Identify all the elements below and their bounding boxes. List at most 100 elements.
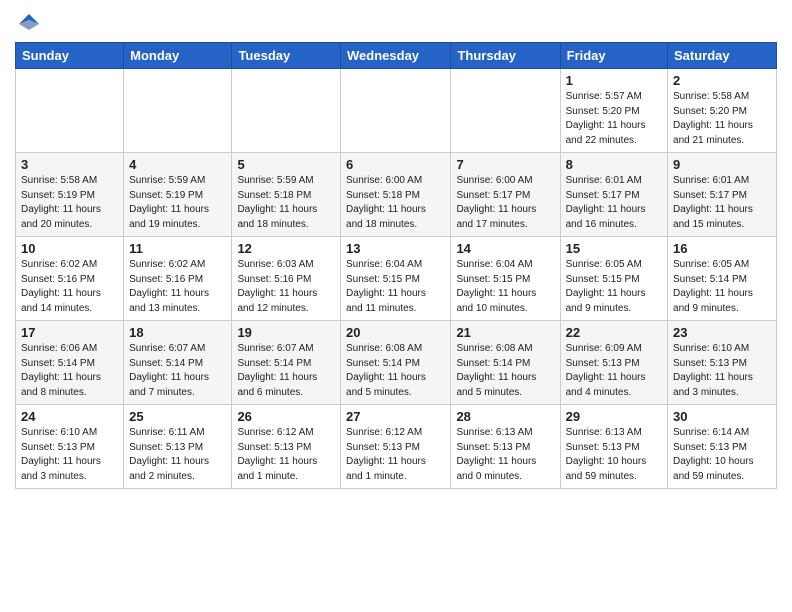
day-number: 20 [346, 325, 445, 340]
calendar-cell: 28 Sunrise: 6:13 AMSunset: 5:13 PMDayligh… [451, 405, 560, 489]
day-info: Sunrise: 6:10 AMSunset: 5:13 PMDaylight:… [673, 342, 771, 400]
calendar-cell: 29 Sunrise: 6:13 AMSunset: 5:13 PMDayligh… [560, 405, 667, 489]
weekday-header-row: SundayMondayTuesdayWednesdayThursdayFrid… [16, 43, 777, 69]
calendar-cell: 30Sunrise: 6:14 AMSunset: 5:13 PMDayligh… [668, 405, 777, 489]
day-number: 10 [21, 241, 118, 256]
day-number: 18 [129, 325, 226, 340]
weekday-header-thursday: Thursday [451, 43, 560, 69]
day-info: Sunrise: 6:13 AMSunset: 5:13 PMDaylight:… [566, 426, 662, 484]
day-number: 27 [346, 409, 445, 424]
day-number: 21 [456, 325, 554, 340]
day-info: Sunrise: 6:06 AMSunset: 5:14 PMDaylight:… [21, 342, 118, 400]
logo [15, 10, 41, 34]
calendar-cell: 16 Sunrise: 6:05 AMSunset: 5:14 PMDayligh… [668, 237, 777, 321]
day-number: 22 [566, 325, 662, 340]
calendar-cell: 10 Sunrise: 6:02 AMSunset: 5:16 PMDayligh… [16, 237, 124, 321]
day-info: Sunrise: 5:58 AMSunset: 5:19 PMDaylight:… [21, 174, 118, 232]
day-number: 14 [456, 241, 554, 256]
calendar-cell: 23Sunrise: 6:10 AMSunset: 5:13 PMDayligh… [668, 321, 777, 405]
day-info: Sunrise: 6:01 AMSunset: 5:17 PMDaylight:… [566, 174, 662, 232]
day-info: Sunrise: 5:59 AMSunset: 5:19 PMDaylight:… [129, 174, 226, 232]
day-info: Sunrise: 6:00 AMSunset: 5:17 PMDaylight:… [456, 174, 554, 232]
calendar-cell: 8 Sunrise: 6:01 AMSunset: 5:17 PMDaylight… [560, 153, 667, 237]
week-row-1: 1 Sunrise: 5:57 AMSunset: 5:20 PMDaylight… [16, 69, 777, 153]
day-info: Sunrise: 6:00 AMSunset: 5:18 PMDaylight:… [346, 174, 445, 232]
calendar-cell: 21Sunrise: 6:08 AMSunset: 5:14 PMDayligh… [451, 321, 560, 405]
day-number: 3 [21, 157, 118, 172]
calendar-cell: 9Sunrise: 6:01 AMSunset: 5:17 PMDaylight… [668, 153, 777, 237]
weekday-header-sunday: Sunday [16, 43, 124, 69]
day-number: 4 [129, 157, 226, 172]
day-info: Sunrise: 5:57 AMSunset: 5:20 PMDaylight:… [566, 90, 662, 148]
calendar-cell: 4 Sunrise: 5:59 AMSunset: 5:19 PMDaylight… [124, 153, 232, 237]
day-info: Sunrise: 5:58 AMSunset: 5:20 PMDaylight:… [673, 90, 771, 148]
day-number: 6 [346, 157, 445, 172]
day-number: 9 [673, 157, 771, 172]
day-number: 16 [673, 241, 771, 256]
day-number: 2 [673, 73, 771, 88]
calendar-cell: 17 Sunrise: 6:06 AMSunset: 5:14 PMDayligh… [16, 321, 124, 405]
day-number: 26 [237, 409, 335, 424]
week-row-5: 24Sunrise: 6:10 AMSunset: 5:13 PMDayligh… [16, 405, 777, 489]
calendar-cell: 19 Sunrise: 6:07 AMSunset: 5:14 PMDayligh… [232, 321, 341, 405]
day-number: 7 [456, 157, 554, 172]
day-number: 24 [21, 409, 118, 424]
day-info: Sunrise: 6:14 AMSunset: 5:13 PMDaylight:… [673, 426, 771, 484]
week-row-2: 3 Sunrise: 5:58 AMSunset: 5:19 PMDaylight… [16, 153, 777, 237]
day-number: 19 [237, 325, 335, 340]
day-info: Sunrise: 6:12 AMSunset: 5:13 PMDaylight:… [346, 426, 445, 484]
day-info: Sunrise: 6:05 AMSunset: 5:14 PMDaylight:… [673, 258, 771, 316]
day-number: 17 [21, 325, 118, 340]
week-row-4: 17 Sunrise: 6:06 AMSunset: 5:14 PMDayligh… [16, 321, 777, 405]
day-info: Sunrise: 6:09 AMSunset: 5:13 PMDaylight:… [566, 342, 662, 400]
calendar-cell: 1 Sunrise: 5:57 AMSunset: 5:20 PMDaylight… [560, 69, 667, 153]
calendar-cell: 22 Sunrise: 6:09 AMSunset: 5:13 PMDayligh… [560, 321, 667, 405]
page: SundayMondayTuesdayWednesdayThursdayFrid… [0, 0, 792, 499]
day-number: 28 [456, 409, 554, 424]
weekday-header-tuesday: Tuesday [232, 43, 341, 69]
calendar-cell: 5 Sunrise: 5:59 AMSunset: 5:18 PMDaylight… [232, 153, 341, 237]
day-info: Sunrise: 6:12 AMSunset: 5:13 PMDaylight:… [237, 426, 335, 484]
day-info: Sunrise: 6:13 AMSunset: 5:13 PMDaylight:… [456, 426, 554, 484]
day-info: Sunrise: 6:05 AMSunset: 5:15 PMDaylight:… [566, 258, 662, 316]
day-number: 29 [566, 409, 662, 424]
day-number: 5 [237, 157, 335, 172]
calendar-cell: 6 Sunrise: 6:00 AMSunset: 5:18 PMDaylight… [341, 153, 451, 237]
calendar-cell [232, 69, 341, 153]
day-number: 25 [129, 409, 226, 424]
day-number: 13 [346, 241, 445, 256]
day-number: 1 [566, 73, 662, 88]
weekday-header-friday: Friday [560, 43, 667, 69]
day-info: Sunrise: 6:07 AMSunset: 5:14 PMDaylight:… [237, 342, 335, 400]
calendar-cell: 12 Sunrise: 6:03 AMSunset: 5:16 PMDayligh… [232, 237, 341, 321]
day-info: Sunrise: 6:02 AMSunset: 5:16 PMDaylight:… [21, 258, 118, 316]
calendar-cell: 25 Sunrise: 6:11 AMSunset: 5:13 PMDayligh… [124, 405, 232, 489]
day-info: Sunrise: 6:08 AMSunset: 5:14 PMDaylight:… [346, 342, 445, 400]
calendar-cell [124, 69, 232, 153]
calendar-cell: 24Sunrise: 6:10 AMSunset: 5:13 PMDayligh… [16, 405, 124, 489]
calendar-cell: 20 Sunrise: 6:08 AMSunset: 5:14 PMDayligh… [341, 321, 451, 405]
calendar-cell: 2 Sunrise: 5:58 AMSunset: 5:20 PMDaylight… [668, 69, 777, 153]
weekday-header-wednesday: Wednesday [341, 43, 451, 69]
day-info: Sunrise: 6:07 AMSunset: 5:14 PMDaylight:… [129, 342, 226, 400]
day-number: 12 [237, 241, 335, 256]
calendar-cell: 18 Sunrise: 6:07 AMSunset: 5:14 PMDayligh… [124, 321, 232, 405]
calendar-cell [16, 69, 124, 153]
calendar-cell: 15 Sunrise: 6:05 AMSunset: 5:15 PMDayligh… [560, 237, 667, 321]
day-number: 8 [566, 157, 662, 172]
calendar-cell: 27 Sunrise: 6:12 AMSunset: 5:13 PMDayligh… [341, 405, 451, 489]
calendar-cell: 7 Sunrise: 6:00 AMSunset: 5:17 PMDaylight… [451, 153, 560, 237]
calendar-cell: 3 Sunrise: 5:58 AMSunset: 5:19 PMDaylight… [16, 153, 124, 237]
day-info: Sunrise: 5:59 AMSunset: 5:18 PMDaylight:… [237, 174, 335, 232]
day-info: Sunrise: 6:04 AMSunset: 5:15 PMDaylight:… [456, 258, 554, 316]
calendar-cell [341, 69, 451, 153]
weekday-header-monday: Monday [124, 43, 232, 69]
logo-icon [17, 10, 41, 34]
calendar-cell [451, 69, 560, 153]
day-info: Sunrise: 6:04 AMSunset: 5:15 PMDaylight:… [346, 258, 445, 316]
calendar-cell: 11Sunrise: 6:02 AMSunset: 5:16 PMDayligh… [124, 237, 232, 321]
day-info: Sunrise: 6:03 AMSunset: 5:16 PMDaylight:… [237, 258, 335, 316]
header [15, 10, 777, 34]
day-info: Sunrise: 6:11 AMSunset: 5:13 PMDaylight:… [129, 426, 226, 484]
day-number: 15 [566, 241, 662, 256]
